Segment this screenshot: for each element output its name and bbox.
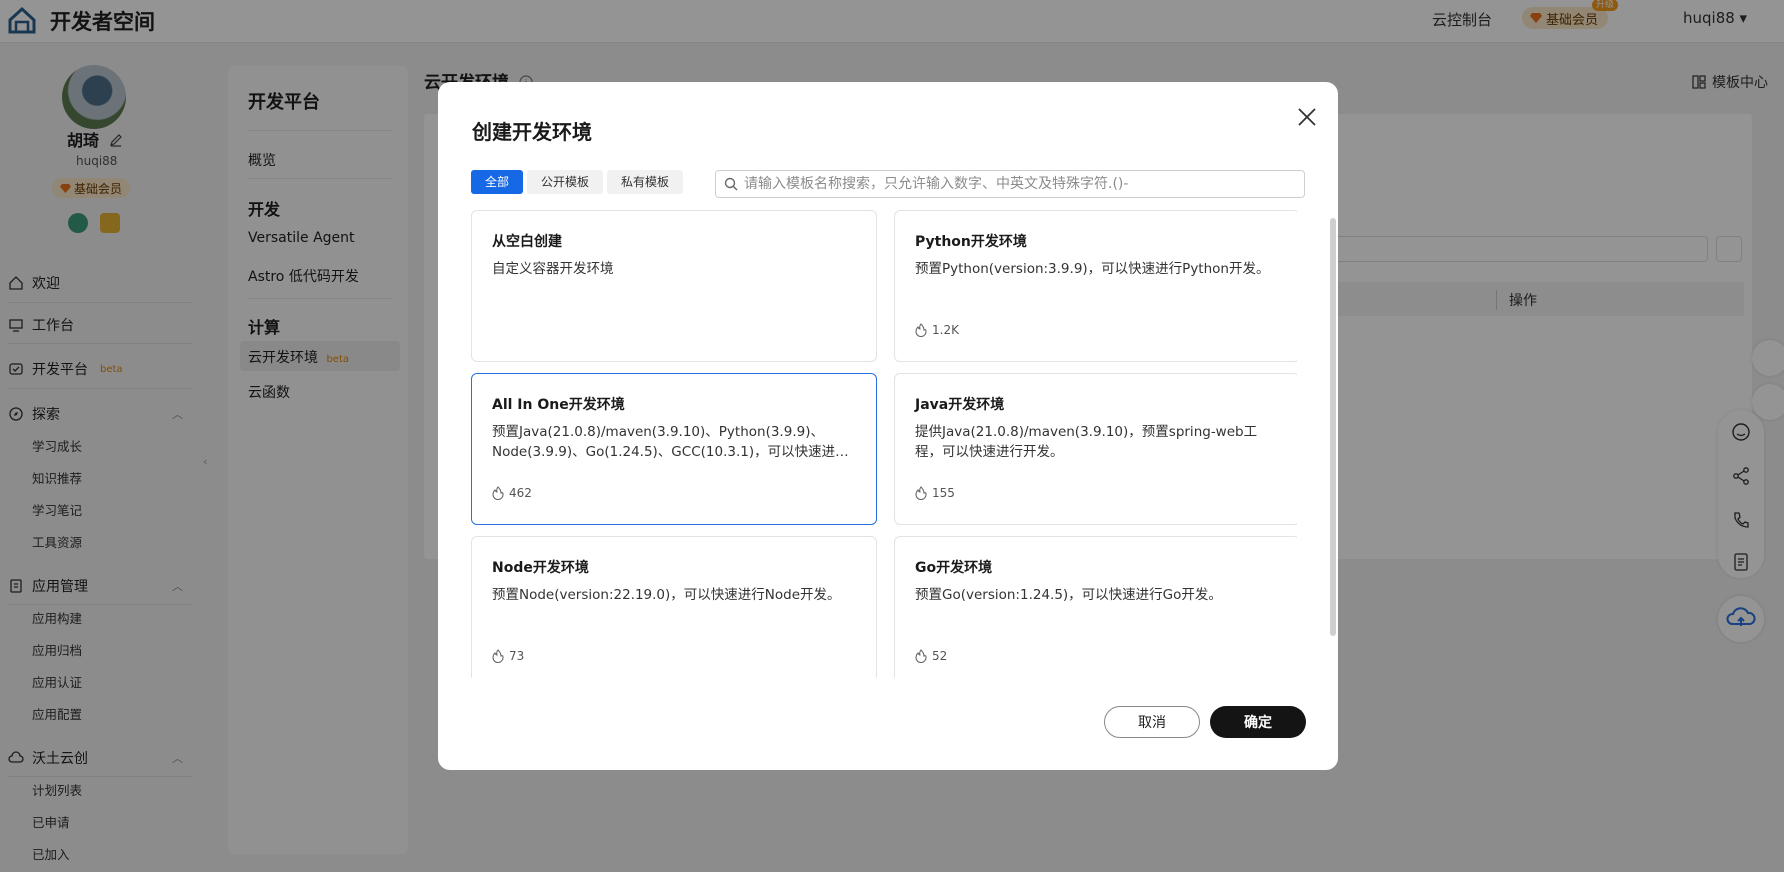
scrollbar-thumb[interactable] — [1330, 218, 1336, 636]
card-popularity-value: 462 — [509, 486, 532, 500]
card-popularity-value: 1.2K — [932, 323, 959, 337]
card-title: All In One开发环境 — [492, 397, 625, 413]
card-desc: 提供Java(21.0.8)/maven(3.9.10)，预置spring-we… — [915, 424, 1258, 460]
template-card[interactable]: Java开发环境 提供Java(21.0.8)/maven(3.9.10)，预置… — [894, 373, 1297, 525]
template-card-selected[interactable]: All In One开发环境 预置Java(21.0.8)/maven(3.9.… — [471, 373, 877, 525]
card-desc: 自定义容器开发环境 — [492, 261, 614, 277]
card-title: Python开发环境 — [915, 234, 1027, 250]
create-env-dialog: 创建开发环境 全部 公开模板 私有模板 从空白创建 自定义容器开发环境 Pyth… — [438, 82, 1338, 770]
template-card[interactable]: 从空白创建 自定义容器开发环境 — [471, 210, 877, 362]
card-popularity: 1.2K — [915, 323, 959, 337]
dialog-title: 创建开发环境 — [472, 120, 592, 144]
fire-icon — [915, 323, 927, 337]
template-card[interactable]: Go开发环境 预置Go(version:1.24.5)，可以快速进行Go开发。 … — [894, 536, 1297, 678]
card-popularity: 52 — [915, 649, 947, 663]
template-grid: 从空白创建 自定义容器开发环境 Python开发环境 预置Python(vers… — [471, 210, 1297, 678]
card-title: Node开发环境 — [492, 560, 589, 576]
tab-private-templates[interactable]: 私有模板 — [607, 170, 684, 194]
card-desc: 预置Go(version:1.24.5)，可以快速进行Go开发。 — [915, 587, 1222, 603]
card-title: Java开发环境 — [915, 397, 1005, 413]
fire-icon — [492, 649, 504, 663]
card-title: 从空白创建 — [492, 234, 562, 250]
close-icon[interactable] — [1294, 104, 1320, 130]
template-card[interactable]: Python开发环境 预置Python(version:3.9.9)，可以快速进… — [894, 210, 1297, 362]
card-popularity: 73 — [492, 649, 524, 663]
card-popularity-value: 73 — [509, 649, 525, 663]
card-title: Go开发环境 — [915, 560, 993, 576]
tab-public-templates[interactable]: 公开模板 — [527, 170, 604, 194]
card-desc: 预置Java(21.0.8)/maven(3.9.10)、Python(3.9.… — [492, 424, 849, 460]
card-desc: 预置Node(version:22.19.0)，可以快速进行Node开发。 — [492, 587, 841, 603]
card-popularity-value: 155 — [932, 486, 955, 500]
fire-icon — [915, 486, 927, 500]
fire-icon — [492, 486, 504, 500]
template-search — [715, 170, 1305, 198]
fire-icon — [915, 649, 927, 663]
cancel-button[interactable]: 取消 — [1104, 706, 1200, 738]
template-filter-tabs: 全部 公开模板 私有模板 — [471, 170, 684, 194]
template-search-input[interactable] — [744, 172, 1294, 196]
card-popularity-value: 52 — [932, 649, 948, 663]
grid-scrollbar[interactable] — [1330, 210, 1336, 678]
template-card[interactable]: Node开发环境 预置Node(version:22.19.0)，可以快速进行N… — [471, 536, 877, 678]
card-popularity: 155 — [915, 486, 955, 500]
tab-all[interactable]: 全部 — [471, 170, 524, 194]
confirm-button[interactable]: 确定 — [1210, 706, 1306, 738]
search-icon — [724, 177, 738, 191]
card-popularity: 462 — [492, 486, 532, 500]
card-desc: 预置Python(version:3.9.9)，可以快速进行Python开发。 — [915, 261, 1270, 277]
